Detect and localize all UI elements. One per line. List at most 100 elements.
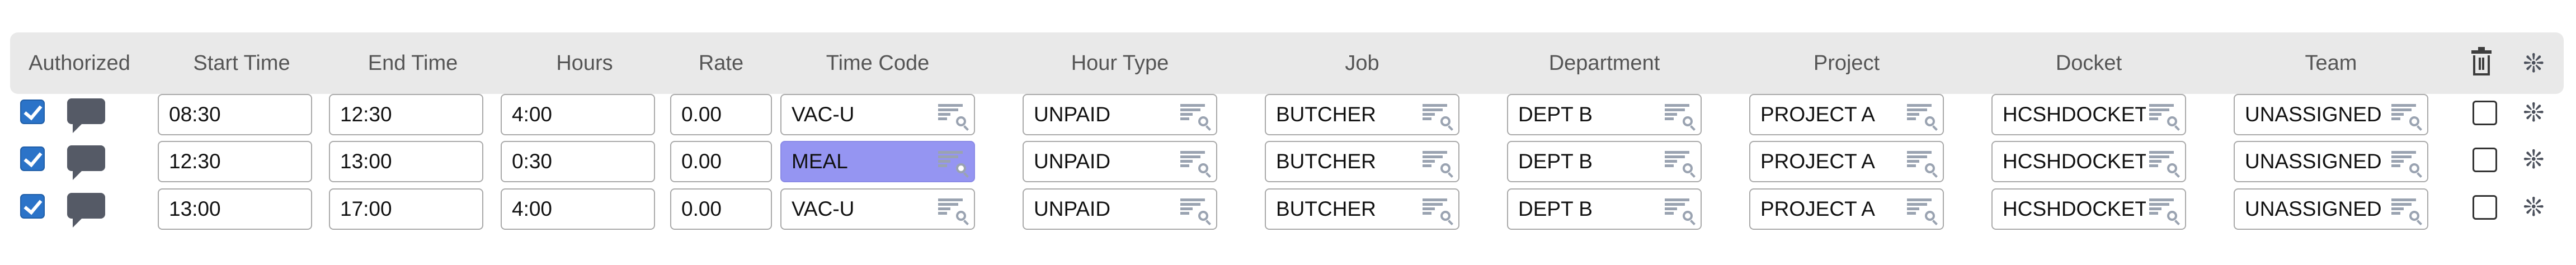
department-field-value: DEPT B <box>1518 103 1593 126</box>
end-time-input[interactable]: 17:00 <box>329 188 483 230</box>
hours-input[interactable]: 0:30 <box>501 141 655 182</box>
rate-input-value: 0.00 <box>681 150 722 173</box>
time-code-field[interactable]: MEAL <box>780 141 975 182</box>
list-search-icon[interactable] <box>1665 198 1696 225</box>
end-time-input-value: 12:30 <box>340 103 392 126</box>
rate-input[interactable]: 0.00 <box>670 141 772 182</box>
header-project: Project <box>1813 51 1880 75</box>
authorized-checkbox[interactable] <box>20 146 45 171</box>
hours-input[interactable]: 4:00 <box>501 94 655 135</box>
list-search-icon[interactable] <box>2149 104 2180 131</box>
list-search-icon[interactable] <box>1423 151 1453 178</box>
team-field[interactable]: UNASSIGNED <box>2234 94 2428 135</box>
snowflake-gear-icon[interactable]: ❊ <box>2523 50 2545 76</box>
header-time-code: Time Code <box>826 51 930 75</box>
list-search-icon[interactable] <box>1665 151 1696 178</box>
list-search-icon[interactable] <box>1907 151 1938 178</box>
project-field-value: PROJECT A <box>1760 103 1875 126</box>
docket-field-value: HCSHDOCKET <box>2003 150 2146 173</box>
list-search-icon[interactable] <box>2149 151 2180 178</box>
time-code-field[interactable]: VAC-U <box>780 188 975 230</box>
comment-bubble-icon[interactable] <box>67 98 105 133</box>
end-time-input[interactable]: 13:00 <box>329 141 483 182</box>
end-time-input-value: 13:00 <box>340 150 392 173</box>
table-row: 12:30 13:00 0:30 0.00 MEAL UNPAID BUTCHER DEPT … <box>0 141 2576 184</box>
team-field-value: UNASSIGNED <box>2245 150 2382 173</box>
list-search-icon[interactable] <box>1423 104 1453 131</box>
rate-input[interactable]: 0.00 <box>670 94 772 135</box>
list-search-icon[interactable] <box>2391 104 2422 131</box>
start-time-input-value: 08:30 <box>169 103 221 126</box>
header-team: Team <box>2305 51 2357 75</box>
hour-type-field-value: UNPAID <box>1034 150 1111 173</box>
list-search-icon[interactable] <box>938 198 969 225</box>
hours-input-value: 0:30 <box>512 150 553 173</box>
job-field[interactable]: BUTCHER <box>1265 188 1459 230</box>
start-time-input[interactable]: 08:30 <box>158 94 312 135</box>
start-time-input-value: 13:00 <box>169 197 221 220</box>
snowflake-gear-icon[interactable]: ❊ <box>2523 194 2545 220</box>
list-search-icon[interactable] <box>1907 104 1938 131</box>
list-search-icon[interactable] <box>938 151 969 178</box>
table-row: 08:30 12:30 4:00 0.00 VAC-U UNPAID BUTCHER DEPT… <box>0 94 2576 138</box>
snowflake-gear-icon[interactable]: ❊ <box>2523 100 2545 125</box>
job-field-value: BUTCHER <box>1276 103 1376 126</box>
header-rate: Rate <box>698 51 744 75</box>
authorized-checkbox[interactable] <box>20 194 45 219</box>
end-time-input[interactable]: 12:30 <box>329 94 483 135</box>
project-field-value: PROJECT A <box>1760 150 1875 173</box>
docket-field[interactable]: HCSHDOCKET <box>1991 94 2186 135</box>
hour-type-field-value: UNPAID <box>1034 103 1111 126</box>
list-search-icon[interactable] <box>1180 198 1211 225</box>
list-search-icon[interactable] <box>1423 198 1453 225</box>
docket-field[interactable]: HCSHDOCKET <box>1991 188 2186 230</box>
header-end-time: End Time <box>368 51 458 75</box>
header-docket: Docket <box>2055 51 2122 75</box>
job-field[interactable]: BUTCHER <box>1265 141 1459 182</box>
hours-input[interactable]: 4:00 <box>501 188 655 230</box>
list-search-icon[interactable] <box>2391 151 2422 178</box>
row-delete-checkbox[interactable] <box>2473 195 2497 220</box>
hour-type-field[interactable]: UNPAID <box>1023 188 1217 230</box>
list-search-icon[interactable] <box>1665 104 1696 131</box>
job-field-value: BUTCHER <box>1276 150 1376 173</box>
header-hour-type: Hour Type <box>1071 51 1169 75</box>
list-search-icon[interactable] <box>2391 198 2422 225</box>
snowflake-gear-icon[interactable]: ❊ <box>2523 146 2545 172</box>
hour-type-field[interactable]: UNPAID <box>1023 94 1217 135</box>
time-code-field-value: VAC-U <box>792 197 855 220</box>
list-search-icon[interactable] <box>1180 104 1211 131</box>
header-start-time: Start Time <box>193 51 290 75</box>
project-field[interactable]: PROJECT A <box>1749 94 1944 135</box>
comment-bubble-icon[interactable] <box>67 193 105 228</box>
header-department: Department <box>1548 51 1660 75</box>
row-delete-checkbox[interactable] <box>2473 148 2497 172</box>
team-field[interactable]: UNASSIGNED <box>2234 141 2428 182</box>
team-field[interactable]: UNASSIGNED <box>2234 188 2428 230</box>
hour-type-field[interactable]: UNPAID <box>1023 141 1217 182</box>
hours-input-value: 4:00 <box>512 197 553 220</box>
start-time-input[interactable]: 12:30 <box>158 141 312 182</box>
row-delete-checkbox[interactable] <box>2473 101 2497 125</box>
department-field[interactable]: DEPT B <box>1507 188 1702 230</box>
timesheet-grid: Authorized Start Time End Time Hours Rat… <box>0 0 2576 265</box>
department-field[interactable]: DEPT B <box>1507 141 1702 182</box>
hour-type-field-value: UNPAID <box>1034 197 1111 220</box>
project-field[interactable]: PROJECT A <box>1749 141 1944 182</box>
rate-input-value: 0.00 <box>681 197 722 220</box>
list-search-icon[interactable] <box>938 104 969 131</box>
job-field[interactable]: BUTCHER <box>1265 94 1459 135</box>
project-field[interactable]: PROJECT A <box>1749 188 1944 230</box>
header-hours: Hours <box>556 51 613 75</box>
comment-bubble-icon[interactable] <box>67 145 105 180</box>
list-search-icon[interactable] <box>1907 198 1938 225</box>
department-field[interactable]: DEPT B <box>1507 94 1702 135</box>
docket-field[interactable]: HCSHDOCKET <box>1991 141 2186 182</box>
list-search-icon[interactable] <box>1180 151 1211 178</box>
authorized-checkbox[interactable] <box>20 100 45 124</box>
trash-icon[interactable] <box>2471 47 2492 76</box>
list-search-icon[interactable] <box>2149 198 2180 225</box>
rate-input[interactable]: 0.00 <box>670 188 772 230</box>
start-time-input[interactable]: 13:00 <box>158 188 312 230</box>
time-code-field[interactable]: VAC-U <box>780 94 975 135</box>
